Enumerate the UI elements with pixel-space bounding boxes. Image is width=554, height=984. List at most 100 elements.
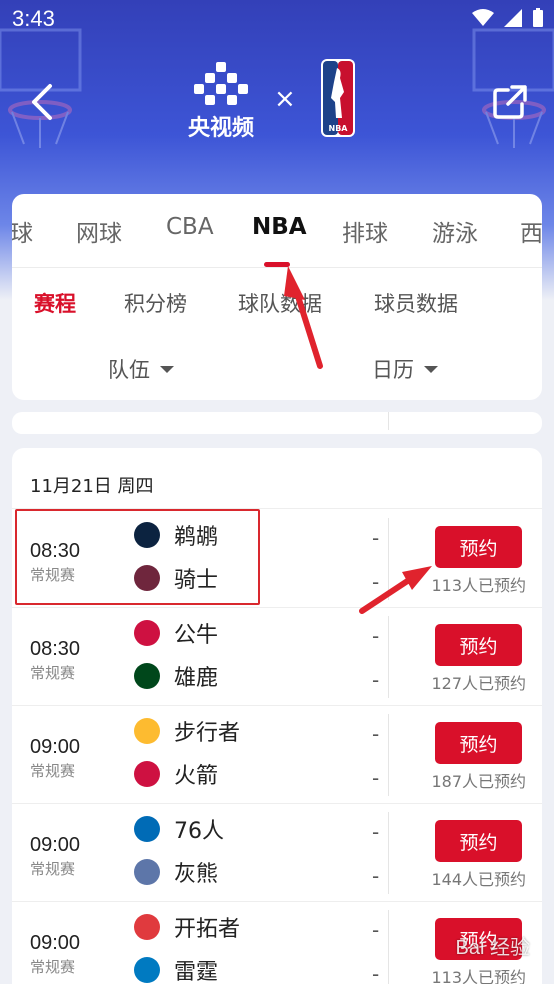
team-logo-icon xyxy=(134,957,160,983)
away-team: 雄鹿 xyxy=(134,661,218,691)
status-bar: 3:43 xyxy=(0,0,554,38)
team-logo-icon xyxy=(134,663,160,689)
tab-partial-left[interactable]: 球 xyxy=(12,214,33,248)
match-row[interactable]: 09:00 常规赛 步行者火箭 - - 预约 187人已预约 xyxy=(12,706,542,804)
reservation-count: 187人已预约 xyxy=(431,772,526,791)
home-score: - xyxy=(372,820,380,844)
calendar-filter-dropdown[interactable]: 日历 xyxy=(372,354,438,384)
away-team-name: 雷霆 xyxy=(174,960,219,984)
team-filter-dropdown[interactable]: 队伍 xyxy=(108,354,174,384)
back-icon[interactable] xyxy=(26,82,62,122)
divider xyxy=(388,616,389,698)
match-time: 09:00 xyxy=(30,736,81,758)
header-logo: 央视频 × NBA xyxy=(184,58,374,141)
away-team-name: 火箭 xyxy=(174,764,219,789)
away-team-name: 雄鹿 xyxy=(174,666,219,691)
reserve-button[interactable]: 预约 xyxy=(435,722,522,764)
home-team-name: 公牛 xyxy=(174,623,219,648)
subtab-team-stats[interactable]: 球队数据 xyxy=(238,288,322,318)
caret-down-icon xyxy=(424,365,438,373)
date-header: 11月21日 周四 xyxy=(30,476,154,497)
reserve-button[interactable]: 预约 xyxy=(435,526,522,568)
away-team: 灰熊 xyxy=(134,857,218,887)
away-team: 雷霆 xyxy=(134,955,218,984)
team-filter-label: 队伍 xyxy=(108,358,150,382)
times-symbol: × xyxy=(274,84,296,114)
tab-partial-right[interactable]: 西 xyxy=(520,214,542,248)
wifi-icon xyxy=(472,9,494,26)
away-team-name: 灰熊 xyxy=(174,862,219,887)
home-score: - xyxy=(372,918,380,942)
match-type: 常规赛 xyxy=(30,958,76,976)
tab-cba[interactable]: CBA xyxy=(166,214,214,240)
divider xyxy=(388,910,389,984)
tab-swimming[interactable]: 游泳 xyxy=(432,214,478,248)
match-time: 09:00 xyxy=(30,932,81,954)
divider xyxy=(388,518,389,600)
team-logo-icon xyxy=(134,718,160,744)
team-logo-icon xyxy=(134,620,160,646)
nba-logo-text: NBA xyxy=(329,124,349,133)
active-tab-indicator xyxy=(264,262,290,267)
match-row[interactable]: 09:00 常规赛 76人灰熊 - - 预约 144人已预约 xyxy=(12,804,542,902)
subtab-schedule[interactable]: 赛程 xyxy=(34,288,76,318)
tab-tennis[interactable]: 网球 xyxy=(76,214,122,248)
battery-icon xyxy=(533,8,543,27)
reservation-count: 113人已预约 xyxy=(431,576,526,595)
home-score: - xyxy=(372,624,380,648)
reserve-button[interactable]: 预约 xyxy=(435,624,522,666)
match-type: 常规赛 xyxy=(30,860,76,878)
divider xyxy=(388,714,389,796)
match-row[interactable]: 08:30 常规赛 公牛雄鹿 - - 预约 127人已预约 xyxy=(12,608,542,706)
team-logo-icon xyxy=(134,859,160,885)
nba-logo-icon: NBA xyxy=(321,59,355,137)
share-icon[interactable] xyxy=(492,84,528,120)
sub-tab-bar: 赛程 积分榜 球队数据 球员数据 xyxy=(12,280,542,324)
calendar-filter-label: 日历 xyxy=(372,358,414,382)
away-score: - xyxy=(372,668,380,692)
brand-name: 央视频 xyxy=(187,116,254,141)
previous-card-remnant xyxy=(12,412,542,434)
tab-volleyball[interactable]: 排球 xyxy=(342,214,388,248)
divider xyxy=(388,412,389,430)
away-score: - xyxy=(372,962,380,984)
highlight-box xyxy=(15,509,260,605)
home-score: - xyxy=(372,722,380,746)
reserve-button[interactable]: 预约 xyxy=(435,820,522,862)
reservation-count: 113人已预约 xyxy=(431,968,526,984)
filter-bar: 队伍 日历 xyxy=(12,346,542,386)
tab-nba[interactable]: NBA xyxy=(252,214,307,240)
team-logo-icon xyxy=(134,914,160,940)
away-score: - xyxy=(372,864,380,888)
match-time: 09:00 xyxy=(30,834,81,856)
home-team: 开拓者 xyxy=(134,912,240,942)
home-team: 步行者 xyxy=(134,716,240,746)
sports-tab-bar[interactable]: 球 网球 CBA NBA 排球 游泳 西 xyxy=(12,194,542,268)
away-score: - xyxy=(372,570,380,594)
match-type: 常规赛 xyxy=(30,664,76,682)
reservation-count: 144人已预约 xyxy=(431,870,526,889)
team-logo-icon xyxy=(134,816,160,842)
away-team: 火箭 xyxy=(134,759,218,789)
caret-down-icon xyxy=(160,365,174,373)
schedule-nav-card: 球 网球 CBA NBA 排球 游泳 西 赛程 积分榜 球队数据 球员数据 队伍… xyxy=(12,194,542,400)
subtab-standings[interactable]: 积分榜 xyxy=(124,288,187,318)
reservation-count: 127人已预约 xyxy=(431,674,526,693)
match-type: 常规赛 xyxy=(30,762,76,780)
home-team: 公牛 xyxy=(134,618,218,648)
signal-icon xyxy=(504,9,522,27)
divider xyxy=(388,812,389,894)
home-team-name: 步行者 xyxy=(174,721,241,746)
home-team: 76人 xyxy=(134,814,224,844)
status-icons xyxy=(472,8,544,28)
match-time: 08:30 xyxy=(30,638,81,660)
away-score: - xyxy=(372,766,380,790)
watermark: Bai 经验 xyxy=(455,937,530,959)
home-team-name: 76人 xyxy=(174,819,224,844)
team-logo-icon xyxy=(134,761,160,787)
status-time: 3:43 xyxy=(12,6,55,31)
cctv-video-logo-icon xyxy=(194,62,248,105)
home-score: - xyxy=(372,526,380,550)
subtab-player-stats[interactable]: 球员数据 xyxy=(374,288,458,318)
home-team-name: 开拓者 xyxy=(174,917,241,942)
